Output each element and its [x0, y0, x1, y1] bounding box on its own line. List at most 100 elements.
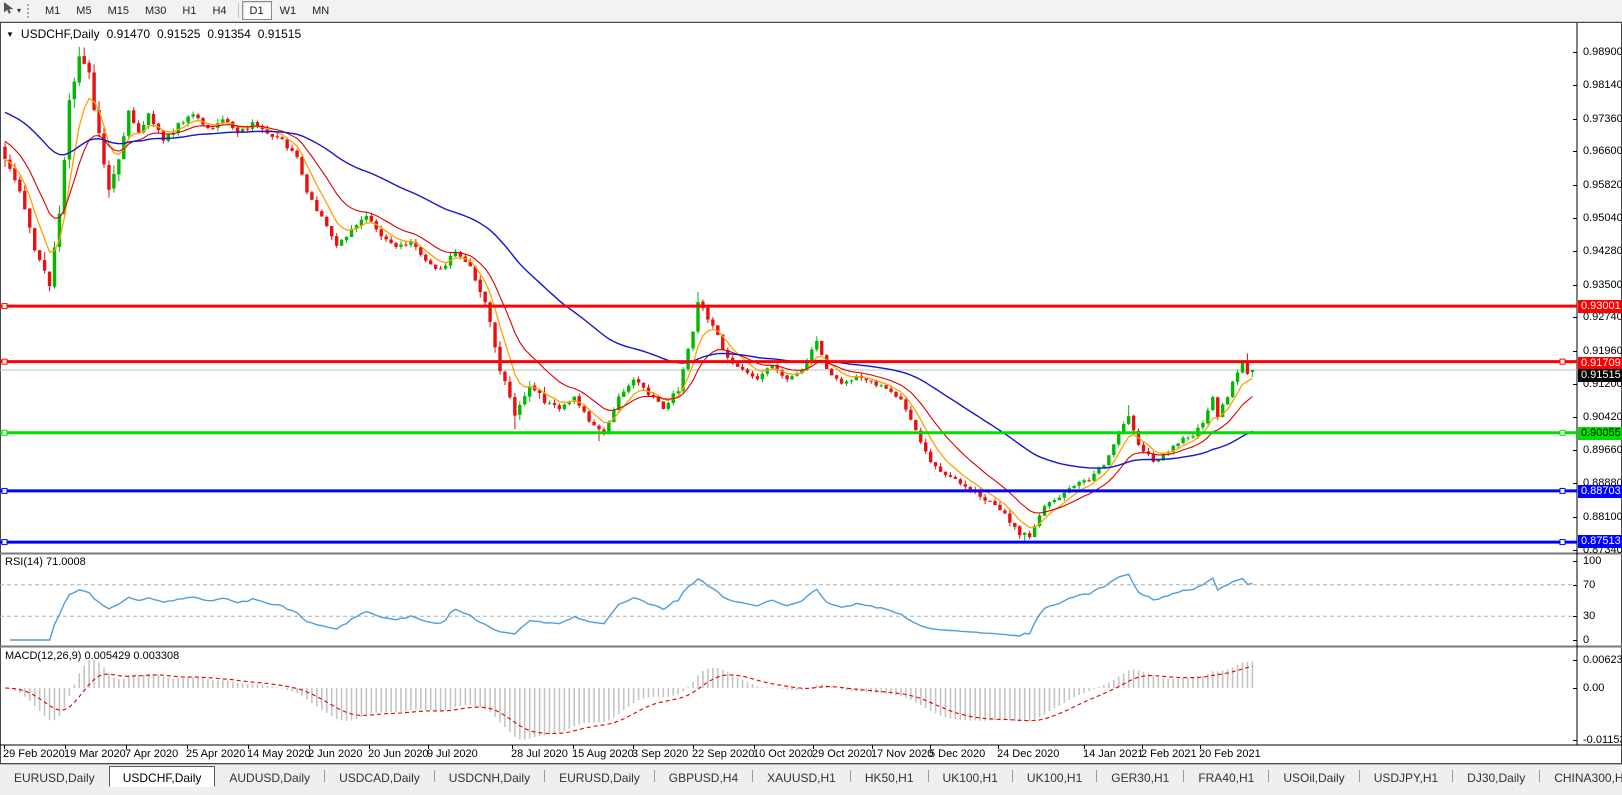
hline-handle[interactable]	[1559, 487, 1566, 494]
candle-body	[641, 382, 646, 388]
candle-body	[369, 215, 373, 222]
date-axis-label: 28 Jul 2020	[511, 748, 568, 760]
price-axis-label: 0.89660	[1583, 443, 1622, 456]
candle-body	[597, 425, 601, 430]
tab-dj30-daily[interactable]: DJ30,Daily	[1453, 766, 1539, 787]
timeframe-button-m1[interactable]: M1	[37, 1, 68, 20]
hline-handle[interactable]	[1559, 358, 1566, 365]
hline-handle[interactable]	[1559, 539, 1566, 546]
tab-china300-h1[interactable]: CHINA300,H1	[1540, 766, 1622, 787]
timeframe-button-h4[interactable]: H4	[204, 1, 234, 20]
price-axis-tick	[1573, 85, 1577, 87]
rsi-pane	[1, 555, 1621, 645]
candle-body	[1013, 522, 1017, 527]
tab-usdchf-daily[interactable]: USDCHF,Daily	[108, 766, 216, 787]
candle-body	[636, 379, 641, 383]
candle-body	[528, 386, 532, 397]
candle-body	[1230, 381, 1235, 398]
candle-body	[938, 466, 943, 472]
candle-body	[1047, 502, 1052, 507]
candle-body	[829, 368, 834, 376]
date-axis-label: 15 Aug 2020	[572, 748, 634, 760]
candle-body	[676, 391, 680, 394]
tab-usdcnh-daily[interactable]: USDCNH,Daily	[435, 766, 544, 787]
candle-body	[622, 391, 626, 397]
date-axis-label: 7 Apr 2020	[125, 748, 179, 760]
candle-body	[275, 136, 279, 138]
timeframe-button-m15[interactable]: M15	[100, 1, 137, 20]
rsi-indicator-label: RSI(14) 71.0008	[5, 556, 86, 568]
tab-eurusd-daily[interactable]: EURUSD,Daily	[0, 766, 109, 787]
rsi-axis-label: 0	[1583, 634, 1590, 646]
rsi-axis-tick	[1573, 616, 1577, 618]
price-axis-tick	[1573, 417, 1577, 419]
candle-body	[1072, 486, 1076, 489]
toolbar-grip[interactable]	[27, 3, 32, 18]
candle-body	[1191, 436, 1195, 438]
symbol-period-label: USDCHF,Daily	[20, 27, 100, 41]
candle-body	[37, 250, 42, 261]
candle-body	[849, 380, 854, 382]
tab-uk100-h1[interactable]: UK100,H1	[1013, 766, 1096, 787]
price-axis-tick	[1573, 483, 1577, 485]
candle-body	[280, 137, 284, 140]
candle-body	[384, 236, 388, 240]
timeframe-button-h1[interactable]: H1	[174, 1, 204, 20]
cursor-tool-icon[interactable]	[2, 1, 15, 20]
collapse-icon[interactable]: ▼	[6, 30, 14, 39]
hline-handle[interactable]	[1, 358, 8, 365]
candle-body	[77, 56, 81, 83]
price-axis-tick	[1573, 516, 1577, 518]
hline-handle[interactable]	[1, 539, 8, 546]
timeframe-button-w1[interactable]: W1	[272, 1, 305, 20]
candle-body	[1206, 410, 1210, 424]
tab-usoil-daily[interactable]: USOil,Daily	[1269, 766, 1358, 787]
tab-eurusd-daily[interactable]: EURUSD,Daily	[545, 766, 654, 787]
candle-body	[1250, 370, 1255, 372]
hline-handle[interactable]	[1, 487, 8, 494]
date-axis-label: 19 Mar 2020	[64, 748, 126, 760]
candle-body	[300, 157, 304, 175]
hline-handle[interactable]	[1, 303, 8, 310]
tab-usdjpy-h1[interactable]: USDJPY,H1	[1360, 766, 1452, 787]
tabs-container: EURUSD,Daily USDCHF,Daily AUDUSD,Daily USDC…	[0, 765, 1622, 787]
tab-xauusd-h1[interactable]: XAUUSD,H1	[753, 766, 850, 787]
candle-body	[557, 405, 562, 410]
candle-body	[993, 501, 997, 506]
cursor-tool-cluster[interactable]: ▾	[0, 1, 23, 20]
candle-body	[874, 381, 878, 386]
price-axis-label: 0.98900	[1583, 46, 1622, 59]
toolbar-separator	[237, 3, 239, 18]
candle-body	[998, 504, 1002, 511]
cursor-tool-caret-icon[interactable]: ▾	[17, 6, 21, 15]
low-value: 0.91354	[207, 27, 251, 41]
candle-body	[928, 451, 933, 463]
candle-body	[1077, 482, 1081, 486]
chart-plot-svg	[0, 23, 1622, 746]
candle-body	[1062, 492, 1066, 498]
price-axis-tick	[1573, 251, 1577, 253]
candle-body	[424, 254, 428, 261]
timeframe-button-mn[interactable]: MN	[304, 1, 337, 20]
candle-body	[191, 114, 195, 117]
timeframe-button-d1[interactable]: D1	[241, 1, 272, 20]
tab-ger30-h1[interactable]: GER30,H1	[1097, 766, 1183, 787]
timeframe-button-m30[interactable]: M30	[137, 1, 174, 20]
tab-audusd-daily[interactable]: AUDUSD,Daily	[215, 766, 324, 787]
candle-body	[839, 378, 844, 384]
tab-uk100-h1[interactable]: UK100,H1	[929, 766, 1012, 787]
candle-body	[983, 497, 987, 501]
price-axis-label: 0.93500	[1583, 278, 1622, 291]
date-axis-label: 10 Oct 2020	[753, 748, 813, 760]
tab-gbpusd-h4[interactable]: GBPUSD,H4	[655, 766, 752, 787]
tab-hk50-h1[interactable]: HK50,H1	[851, 766, 928, 787]
tab-usdcad-daily[interactable]: USDCAD,Daily	[325, 766, 434, 787]
candle-body	[1245, 362, 1250, 374]
candle-body	[211, 127, 215, 129]
hline-handle[interactable]	[1559, 429, 1566, 436]
timeframe-button-m5[interactable]: M5	[68, 1, 99, 20]
candle-body	[42, 260, 47, 271]
candle-body	[914, 420, 918, 431]
tab-fra40-h1[interactable]: FRA40,H1	[1184, 766, 1268, 787]
hline-handle[interactable]	[1, 429, 8, 436]
